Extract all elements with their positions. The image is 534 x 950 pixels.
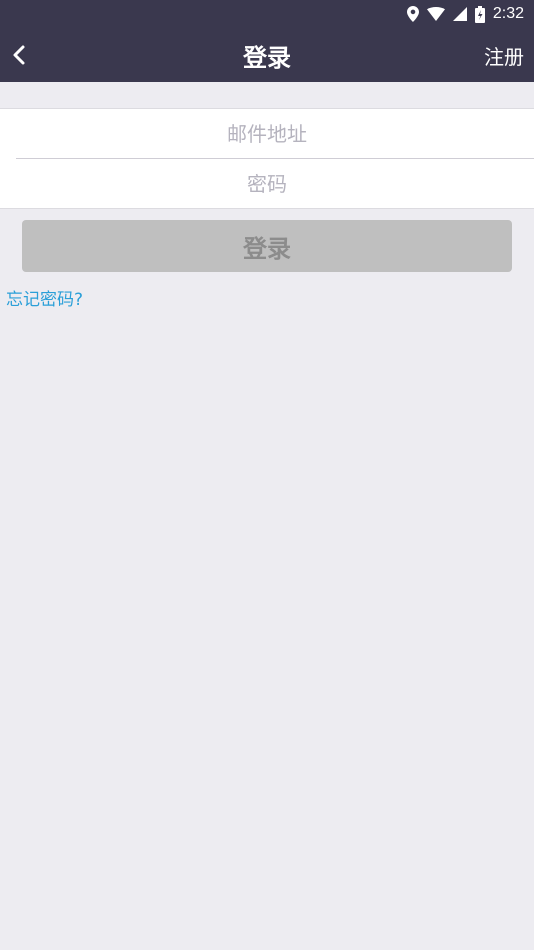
cellular-signal-icon	[452, 7, 467, 21]
nav-bar: 登录 注册	[0, 28, 534, 82]
back-arrow-icon[interactable]	[6, 41, 34, 69]
status-time: 2:32	[492, 5, 524, 22]
register-button[interactable]: 注册	[484, 41, 524, 70]
battery-icon	[474, 5, 485, 23]
login-button[interactable]: 登录	[22, 220, 512, 272]
password-input[interactable]	[0, 158, 534, 209]
wifi-icon	[426, 7, 445, 21]
forgot-password-link[interactable]: 忘记密码?	[6, 285, 83, 310]
email-input[interactable]	[0, 108, 534, 159]
status-bar: 2:32	[0, 0, 534, 28]
email-field-row	[0, 108, 534, 159]
password-field-row	[0, 158, 534, 209]
login-form	[0, 108, 534, 209]
location-icon	[406, 6, 419, 22]
page-title: 登录	[243, 43, 291, 72]
